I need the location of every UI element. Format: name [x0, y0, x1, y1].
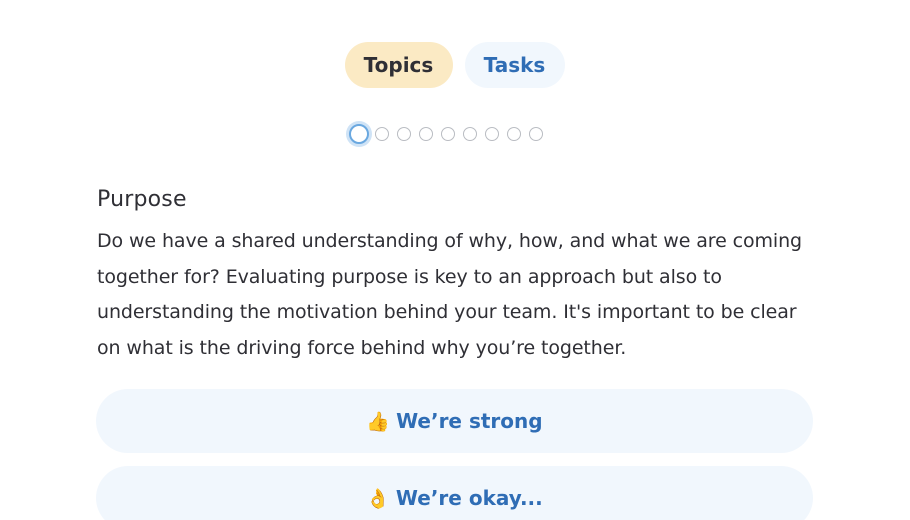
tab-topics[interactable]: Topics — [344, 42, 453, 88]
pager-dot-9[interactable] — [529, 127, 543, 141]
pager-dot-4[interactable] — [419, 127, 433, 141]
answer-okay-label: We’re okay... — [395, 486, 543, 510]
answer-strong-label: We’re strong — [396, 409, 543, 433]
pager-dot-2[interactable] — [375, 127, 389, 141]
app-page: Topics Tasks Purpose Do we have a shared… — [0, 0, 910, 520]
pager-dot-5[interactable] — [441, 127, 455, 141]
pager-dot-1[interactable] — [349, 124, 369, 144]
pager-dot-7[interactable] — [485, 127, 499, 141]
answer-okay-button[interactable]: 👌 We’re okay... — [96, 466, 813, 520]
ok-hand-icon: 👌 — [366, 487, 390, 510]
tab-tasks[interactable]: Tasks — [464, 42, 565, 88]
topic-content: Purpose Do we have a shared understandin… — [97, 184, 817, 366]
pager-dot-6[interactable] — [463, 127, 477, 141]
answer-strong-button[interactable]: 👍 We’re strong — [96, 389, 813, 453]
tab-bar: Topics Tasks — [0, 42, 910, 88]
pager-dot-3[interactable] — [397, 127, 411, 141]
thumbs-up-icon: 👍 — [366, 410, 391, 433]
pager-dots — [349, 124, 543, 144]
topic-title: Purpose — [97, 187, 187, 212]
topic-description: Do we have a shared understanding of why… — [97, 230, 802, 359]
pager-dot-8[interactable] — [507, 127, 521, 141]
